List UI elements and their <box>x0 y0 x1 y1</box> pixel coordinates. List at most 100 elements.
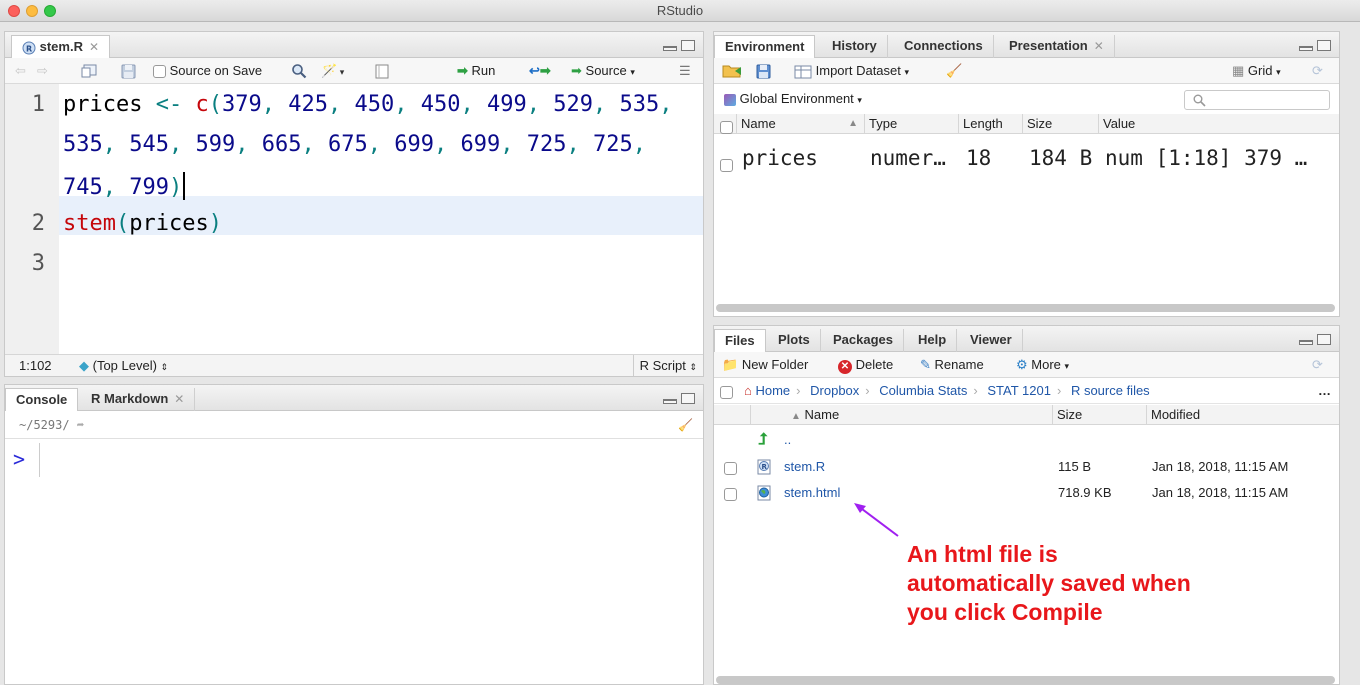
console-output[interactable]: > <box>5 439 703 684</box>
tab-help[interactable]: Help <box>908 329 958 352</box>
code-editor[interactable]: 1 2 3 prices <- c(379, 425, 450, 450, 49… <box>5 84 703 354</box>
source-on-save-checkbox[interactable]: Source on Save <box>153 63 262 79</box>
breadcrumb-r-source-files[interactable]: R source files <box>1071 383 1150 398</box>
minimize-pane-icon[interactable] <box>1299 340 1313 345</box>
parent-directory-link[interactable]: .. <box>784 428 791 452</box>
code-number: 379 <box>221 92 262 117</box>
rename-label: Rename <box>934 357 984 372</box>
view-mode-button[interactable]: ▦ Grid ▾ <box>1232 63 1281 80</box>
tab-r-markdown[interactable]: R Markdown ✕ <box>81 388 196 411</box>
code-tools-wand-icon[interactable]: 🪄 ▾ <box>321 63 344 80</box>
column-header-value[interactable]: Value <box>1098 114 1339 134</box>
breadcrumb-dropbox[interactable]: Dropbox <box>810 383 859 398</box>
table-row[interactable]: R stem.R 115 B Jan 18, 2018, 11:15 AM <box>714 454 1339 480</box>
close-tab-icon[interactable]: ✕ <box>174 392 184 406</box>
close-window-button[interactable] <box>8 5 20 17</box>
breadcrumb-home[interactable]: Home <box>755 383 790 398</box>
refresh-icon[interactable]: ⟳ <box>1312 63 1323 79</box>
select-all-checkbox[interactable] <box>720 117 733 136</box>
breadcrumb-stat-1201[interactable]: STAT 1201 <box>987 383 1051 398</box>
maximize-pane-icon[interactable] <box>1317 334 1331 345</box>
horizontal-scrollbar[interactable] <box>716 304 1335 312</box>
column-header-name[interactable]: Name ▲ <box>736 114 864 134</box>
tab-console[interactable]: Console <box>5 388 79 412</box>
rename-button[interactable]: ✎ Rename <box>920 357 984 373</box>
line-number: 3 <box>31 251 45 276</box>
new-folder-button[interactable]: 📁 New Folder <box>722 357 808 373</box>
list-item[interactable]: ⮥ .. <box>714 428 1339 452</box>
horizontal-scrollbar[interactable] <box>716 676 1335 684</box>
filetype-selector[interactable]: R Script ⇕ <box>632 355 697 376</box>
save-workspace-icon[interactable] <box>756 64 771 79</box>
tab-presentation[interactable]: Presentation ✕ <box>999 35 1115 58</box>
console-pane: Console R Markdown ✕ ~/5293/ ➦ 🧹 > <box>4 384 704 685</box>
column-header-modified[interactable]: Modified <box>1146 405 1339 425</box>
tab-files[interactable]: Files <box>714 329 766 353</box>
file-name-link[interactable]: stem.R <box>784 454 825 480</box>
tab-viewer[interactable]: Viewer <box>960 329 1023 352</box>
minimize-window-button[interactable] <box>26 5 38 17</box>
minimize-pane-icon[interactable] <box>663 46 677 51</box>
tab-connections[interactable]: Connections <box>894 35 994 58</box>
run-button[interactable]: ➡ Run <box>457 63 495 79</box>
run-label: Run <box>471 63 496 78</box>
file-name-link[interactable]: stem.html <box>784 480 840 506</box>
tab-stem-r[interactable]: R stem.R ✕ <box>11 35 111 59</box>
file-checkbox[interactable] <box>724 481 737 507</box>
back-arrow-icon[interactable]: ⇦ <box>15 63 26 79</box>
files-pane-window-buttons <box>1295 334 1331 349</box>
code-variable: prices <box>63 92 143 117</box>
close-tab-icon[interactable]: ✕ <box>1094 39 1104 53</box>
column-header-size[interactable]: Size <box>1022 114 1098 134</box>
maximize-pane-icon[interactable] <box>681 40 695 51</box>
code-line-1-wrap-1: 535, 545, 599, 665, 675, 699, 699, 725, … <box>63 132 646 157</box>
minimize-pane-icon[interactable] <box>1299 46 1313 51</box>
show-in-window-icon[interactable] <box>81 64 97 78</box>
file-checkbox[interactable] <box>724 455 737 481</box>
clear-workspace-broom-icon[interactable]: 🧹 <box>946 63 962 79</box>
source-button[interactable]: ➡ Source ▾ <box>571 63 635 80</box>
maximize-pane-icon[interactable] <box>681 393 695 404</box>
breadcrumb-columbia-stats[interactable]: Columbia Stats <box>879 383 967 398</box>
save-icon[interactable] <box>121 64 136 79</box>
select-all-files-checkbox[interactable] <box>720 379 733 405</box>
file-modified: Jan 18, 2018, 11:15 AM <box>1152 459 1289 474</box>
global-env-dropdown[interactable]: Global Environment ▾ <box>724 91 862 106</box>
column-header-file-name[interactable]: ▲ Name <box>750 405 1052 425</box>
import-dataset-button[interactable]: Import Dataset ▾ <box>794 63 909 80</box>
column-header-type[interactable]: Type <box>864 114 958 134</box>
go-to-directory-icon[interactable]: ➦ <box>77 418 84 432</box>
env-var-name: prices <box>742 146 818 170</box>
source-dropdown-icon[interactable]: ▾ <box>630 67 635 77</box>
table-row[interactable]: prices numer… 18 184 B num [1:18] 379 … <box>714 142 1339 178</box>
load-workspace-icon[interactable] <box>722 63 744 79</box>
refresh-icon[interactable]: ⟳ <box>1312 357 1323 373</box>
env-var-type: numer… <box>870 146 946 170</box>
column-header-file-size[interactable]: Size <box>1052 405 1146 425</box>
forward-arrow-icon[interactable]: ⇨ <box>37 63 48 79</box>
outline-icon[interactable]: ☰ <box>679 63 691 79</box>
more-path-icon[interactable]: … <box>1318 378 1331 404</box>
editor-statusbar: 1:102 ◆ (Top Level) ⇕ R Script ⇕ <box>5 354 703 376</box>
tab-environment[interactable]: Environment <box>714 35 816 59</box>
source-on-save-check-icon <box>153 65 166 79</box>
environment-search-input[interactable] <box>1184 90 1330 110</box>
close-tab-icon[interactable]: ✕ <box>89 40 99 54</box>
more-button[interactable]: ⚙ More ▾ <box>1016 357 1069 374</box>
scope-selector[interactable]: ◆ (Top Level) ⇕ <box>79 355 168 376</box>
column-header-length[interactable]: Length <box>958 114 1022 134</box>
tab-history[interactable]: History <box>822 35 888 58</box>
compile-report-icon[interactable] <box>375 64 389 79</box>
row-checkbox[interactable] <box>720 152 733 176</box>
tab-packages-label: Packages <box>833 332 893 347</box>
minimize-pane-icon[interactable] <box>663 399 677 404</box>
maximize-pane-icon[interactable] <box>1317 40 1331 51</box>
clear-console-icon[interactable]: 🧹 <box>678 411 693 439</box>
delete-button[interactable]: ✕ Delete <box>838 357 893 374</box>
search-icon[interactable] <box>291 63 307 79</box>
table-row[interactable]: stem.html 718.9 KB Jan 18, 2018, 11:15 A… <box>714 480 1339 506</box>
tab-plots[interactable]: Plots <box>768 329 821 352</box>
tab-packages[interactable]: Packages <box>823 329 904 352</box>
rerun-icon[interactable]: ↩➡ <box>529 63 551 79</box>
maximize-window-button[interactable] <box>44 5 56 17</box>
